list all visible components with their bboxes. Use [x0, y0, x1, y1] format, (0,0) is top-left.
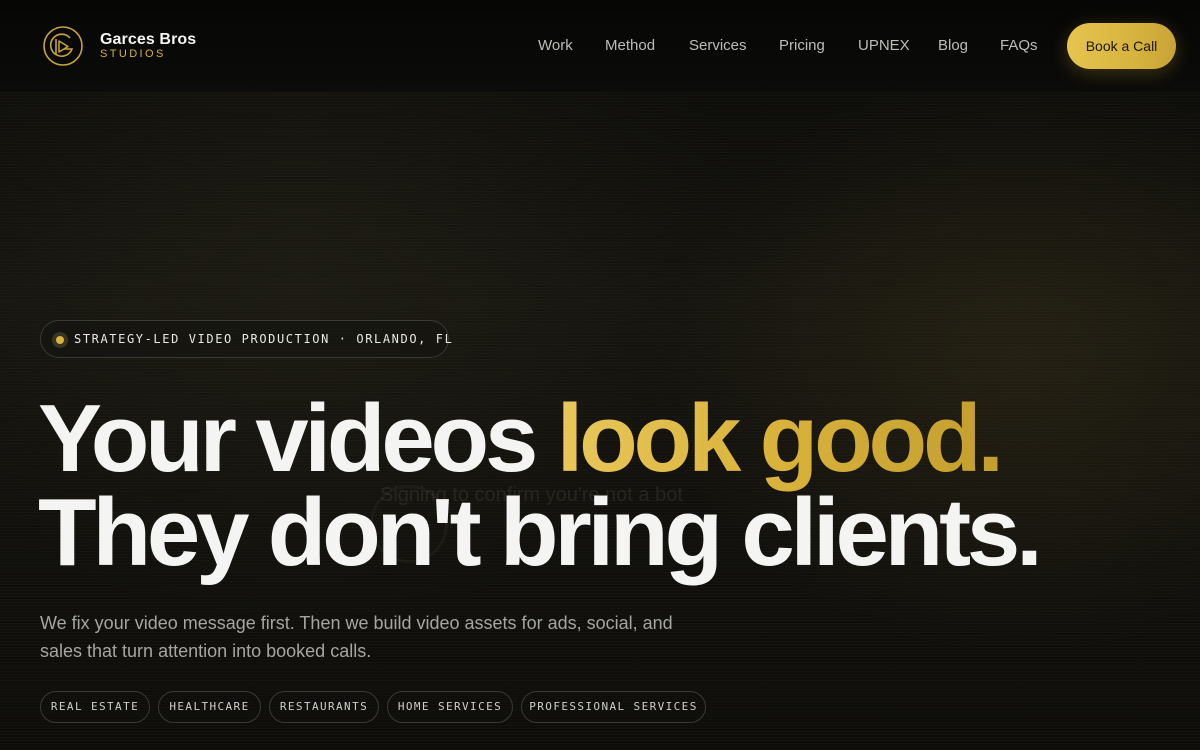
- nav-link-faqs[interactable]: FAQs: [1000, 37, 1038, 54]
- tag-professional-services[interactable]: PROFESSIONAL SERVICES: [521, 691, 706, 723]
- eyebrow-text: STRATEGY-LED VIDEO PRODUCTION · ORLANDO,…: [74, 332, 454, 346]
- brand-subtitle: STUDIOS: [100, 48, 166, 60]
- eyebrow-pill: STRATEGY-LED VIDEO PRODUCTION · ORLANDO,…: [40, 320, 452, 358]
- nav-link-blog[interactable]: Blog: [938, 37, 968, 54]
- tag-real-estate[interactable]: REAL ESTATE: [40, 691, 150, 723]
- brand-name[interactable]: Garces Bros: [100, 31, 196, 49]
- nav-link-method[interactable]: Method: [605, 37, 655, 54]
- tag-restaurants[interactable]: RESTAURANTS: [269, 691, 379, 723]
- book-call-button[interactable]: Book a Call: [1067, 23, 1176, 69]
- nav-link-services[interactable]: Services: [689, 37, 747, 54]
- status-dot-icon: [52, 332, 68, 348]
- headline-line2: They don't bring clients.: [38, 479, 1043, 586]
- hero-headline: Your videos look good. They don't bring …: [38, 391, 1168, 581]
- landing-page: Garces Bros STUDIOS Work Method Services…: [0, 0, 1200, 750]
- headline-line1-gold: look good.: [556, 385, 1004, 492]
- nav-link-work[interactable]: Work: [538, 37, 573, 54]
- gb-play-logo-icon[interactable]: [42, 25, 84, 67]
- site-header: Garces Bros STUDIOS Work Method Services…: [0, 0, 1200, 92]
- tag-healthcare[interactable]: HEALTHCARE: [158, 691, 261, 723]
- nav-link-upnex[interactable]: UPNEX: [858, 37, 910, 54]
- nav-link-pricing[interactable]: Pricing: [779, 37, 825, 54]
- headline-line1-white: Your videos: [38, 385, 557, 492]
- hero-subtitle: We fix your video message first. Then we…: [40, 613, 673, 661]
- tag-home-services[interactable]: HOME SERVICES: [387, 691, 513, 723]
